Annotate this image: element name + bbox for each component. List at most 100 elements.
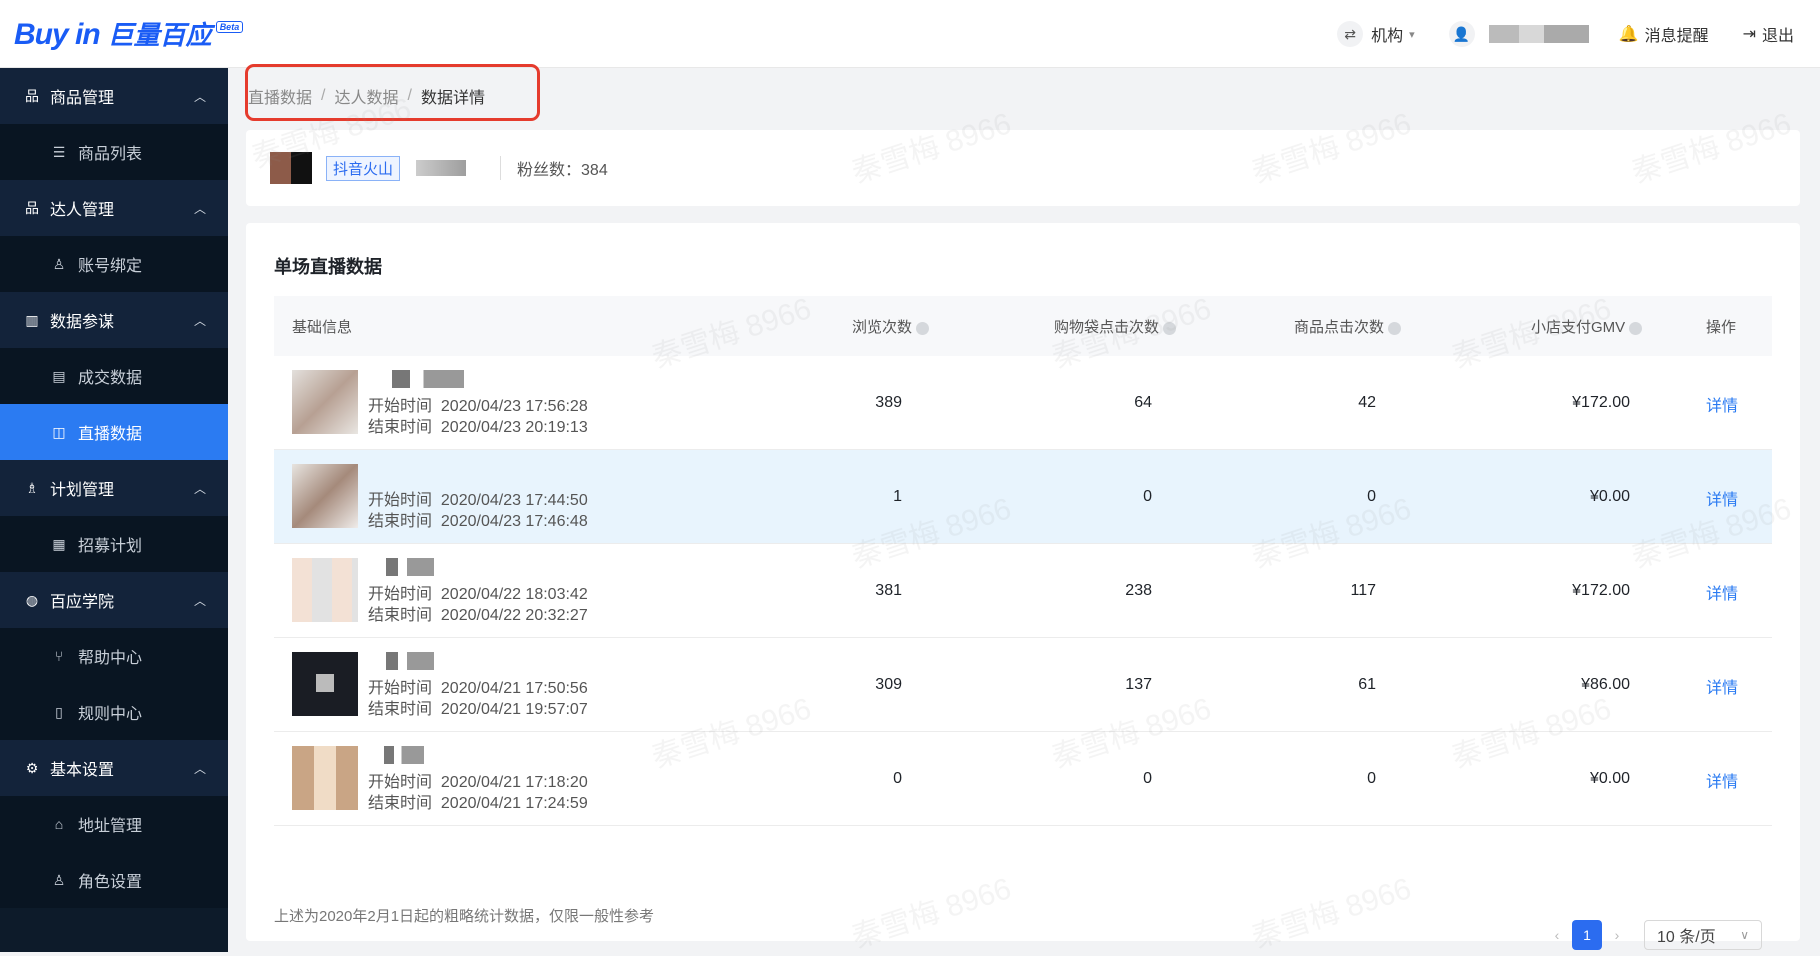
views-value: 0 xyxy=(893,770,902,787)
sidebar-group-product[interactable]: 品商品管理 ︿ xyxy=(0,68,228,124)
live-title-redacted xyxy=(374,558,434,576)
gmv-value: ¥0.00 xyxy=(1589,488,1630,505)
start-time: 2020/04/23 17:44:50 xyxy=(440,492,588,509)
details-link[interactable]: 详情 xyxy=(1706,768,1738,792)
org-switch[interactable]: ⇄ 机构 ▾ xyxy=(1337,21,1415,47)
user-name-redacted xyxy=(1488,25,1589,43)
sidebar-item-account-binding[interactable]: ♙ 账号绑定 xyxy=(0,236,228,292)
views-value: 389 xyxy=(875,394,902,411)
gmv-value: ¥0.00 xyxy=(1589,770,1630,787)
profile-card: 抖音火山 粉丝数：384 xyxy=(246,130,1800,206)
sidebar-group-label: 计划管理 xyxy=(50,482,115,499)
start-label: 开始时间 xyxy=(368,398,433,415)
sidebar-group-academy[interactable]: ◍ 百应学院 ︿ xyxy=(0,572,228,628)
sidebar-group-settings[interactable]: ⚙ 基本设置 ︿ xyxy=(0,740,228,796)
col-product-clicks-label: 商品点击次数 xyxy=(1294,319,1385,336)
footnote: 上述为2020年2月1日起的粗略统计数据，仅限一般性参考 xyxy=(274,908,655,925)
sidebar-item-role-settings[interactable]: ♙ 角色设置 xyxy=(0,852,228,908)
user-icon: ♙ xyxy=(52,255,66,272)
main-content: 直播数据 / 达人数据 / 数据详情 抖音火山 粉丝数：384 单场直播数据 基… xyxy=(228,64,1820,955)
sidebar-item-product-list[interactable]: ☰ 商品列表 xyxy=(0,124,228,180)
person-icon: ♗ xyxy=(25,479,39,496)
top-bar: Buy in 巨量百应 Beta ⇄ 机构 ▾ 👤 🔔 消息提醒 ⇥ 退出 xyxy=(0,0,1820,68)
switch-icon: ⇄ xyxy=(1337,21,1364,47)
chevron-down-icon: ▾ xyxy=(1409,28,1415,41)
chevron-up-icon: ︿ xyxy=(193,593,206,608)
product-clicks-value: 0 xyxy=(1367,488,1376,505)
sidebar-item-live-data[interactable]: ◫ 直播数据 xyxy=(0,404,228,460)
branch-icon: ⑂ xyxy=(54,648,64,664)
sidebar-item-label: 招募计划 xyxy=(78,538,143,555)
start-time: 2020/04/21 17:18:20 xyxy=(440,774,588,791)
logo-text: Buy in xyxy=(14,18,101,51)
col-basic-info: 基础信息 xyxy=(292,319,353,336)
details-link[interactable]: 详情 xyxy=(1706,486,1738,510)
page-size-select[interactable]: 10 条/页 ∨ xyxy=(1644,920,1762,950)
start-time: 2020/04/22 18:03:42 xyxy=(440,586,588,603)
notification-button[interactable]: 🔔 消息提醒 xyxy=(1619,22,1709,46)
sidebar-item-recruit-plan[interactable]: ▦ 招募计划 xyxy=(0,516,228,572)
sidebar-group-talent[interactable]: 品达人管理 ︿ xyxy=(0,180,228,236)
sidebar-item-label: 账号绑定 xyxy=(78,258,143,275)
sidebar-group-data[interactable]: ▥ 数据参谋 ︿ xyxy=(0,292,228,348)
live-thumbnail xyxy=(292,370,358,434)
help-icon[interactable] xyxy=(1163,321,1177,335)
end-label: 结束时间 xyxy=(368,419,433,436)
gmv-value: ¥172.00 xyxy=(1572,582,1630,599)
page-button-current[interactable]: 1 xyxy=(1572,920,1602,950)
product-clicks-value: 117 xyxy=(1350,582,1376,599)
sidebar-item-rules-center[interactable]: ▯ 规则中心 xyxy=(0,684,228,740)
details-link[interactable]: 详情 xyxy=(1706,392,1738,416)
help-icon[interactable] xyxy=(1388,321,1402,335)
sidebar-item-label: 成交数据 xyxy=(78,370,143,387)
account-name-redacted xyxy=(416,160,467,176)
platform-tag: 抖音火山 xyxy=(326,155,401,181)
details-link[interactable]: 详情 xyxy=(1706,674,1738,698)
sidebar-group-plan[interactable]: ♗ 计划管理 ︿ xyxy=(0,460,228,516)
col-gmv: 小店支付GMV xyxy=(1531,316,1643,337)
bag-clicks-value: 238 xyxy=(1125,582,1152,599)
sidebar-item-transaction-data[interactable]: ▤ 成交数据 xyxy=(0,348,228,404)
start-label: 开始时间 xyxy=(368,586,433,603)
col-views: 浏览次数 xyxy=(852,316,930,337)
end-time: 2020/04/23 17:46:48 xyxy=(440,513,588,530)
prev-page-button[interactable]: ‹ xyxy=(1542,920,1572,950)
live-chart-icon: ◫ xyxy=(52,423,66,440)
chevron-up-icon: ︿ xyxy=(193,313,206,328)
gear-icon: ⚙ xyxy=(25,759,39,776)
section-title: 单场直播数据 xyxy=(274,257,382,277)
end-time: 2020/04/23 20:19:13 xyxy=(440,419,588,436)
sidebar-item-address-management[interactable]: ⌂ 地址管理 xyxy=(0,796,228,852)
details-link[interactable]: 详情 xyxy=(1706,580,1738,604)
live-title-redacted xyxy=(374,370,464,388)
col-bag-clicks: 购物袋点击次数 xyxy=(1054,316,1177,337)
logo[interactable]: Buy in 巨量百应 Beta xyxy=(14,15,244,52)
pagination: ‹ 1 › 10 条/页 ∨ xyxy=(1542,920,1762,950)
book-icon: ▯ xyxy=(55,703,63,720)
document-icon: ▤ xyxy=(52,367,66,384)
help-icon[interactable] xyxy=(916,321,930,335)
gmv-value: ¥86.00 xyxy=(1581,676,1630,693)
gmv-value: ¥172.00 xyxy=(1572,394,1630,411)
user-icon: ♙ xyxy=(52,871,66,888)
col-views-label: 浏览次数 xyxy=(852,319,913,336)
logout-button[interactable]: ⇥ 退出 xyxy=(1743,22,1794,46)
bell-icon: 🔔 xyxy=(1618,26,1639,43)
table-row: 开始时间 2020/04/23 17:56:28 结束时间 2020/04/23… xyxy=(274,356,1772,450)
user-menu[interactable]: 👤 xyxy=(1448,21,1619,47)
help-icon[interactable] xyxy=(1629,321,1643,335)
sidebar-group-label: 数据参谋 xyxy=(50,314,115,331)
end-time: 2020/04/21 19:57:07 xyxy=(440,701,588,718)
next-page-button[interactable]: › xyxy=(1602,920,1632,950)
sidebar-item-label: 角色设置 xyxy=(78,874,143,891)
logout-label: 退出 xyxy=(1761,28,1794,45)
org-label: 机构 xyxy=(1371,28,1404,45)
sidebar-item-help-center[interactable]: ⑂ 帮助中心 xyxy=(0,628,228,684)
start-time: 2020/04/23 17:56:28 xyxy=(440,398,588,415)
list-icon: ☰ xyxy=(52,143,66,160)
bag-clicks-value: 137 xyxy=(1125,676,1152,693)
live-times: 开始时间 2020/04/23 17:56:28 结束时间 2020/04/23… xyxy=(368,396,588,438)
avatar xyxy=(270,152,312,184)
beta-badge: Beta xyxy=(215,21,244,33)
product-clicks-value: 42 xyxy=(1358,394,1376,411)
